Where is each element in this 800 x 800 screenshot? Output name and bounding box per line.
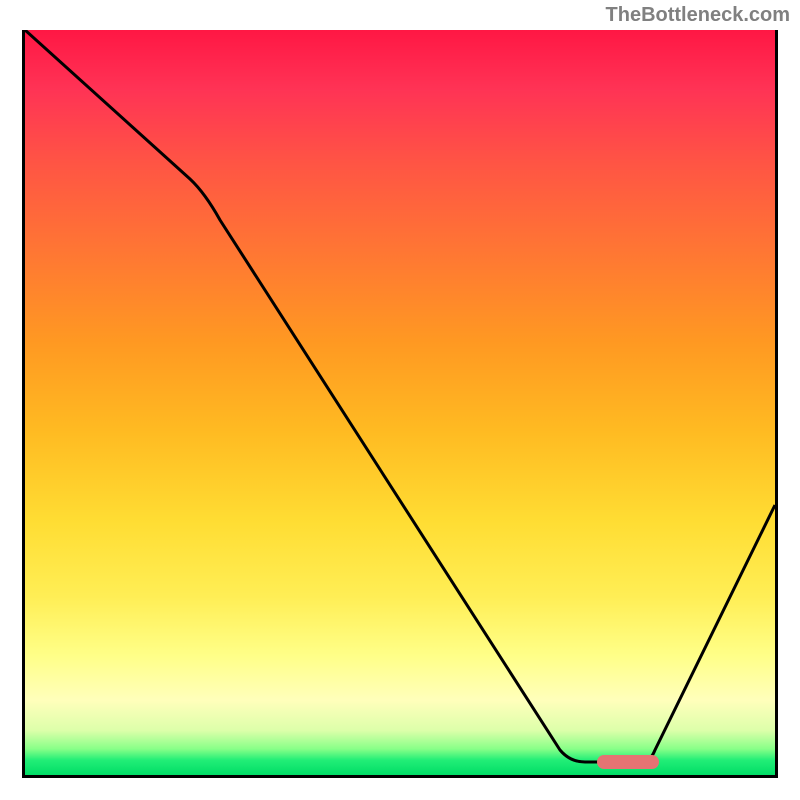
bottleneck-curve-line	[25, 30, 775, 762]
plot-area	[22, 30, 778, 778]
optimal-range-marker	[597, 755, 659, 769]
watermark-text: TheBottleneck.com	[606, 4, 790, 27]
curve-svg	[25, 30, 775, 775]
